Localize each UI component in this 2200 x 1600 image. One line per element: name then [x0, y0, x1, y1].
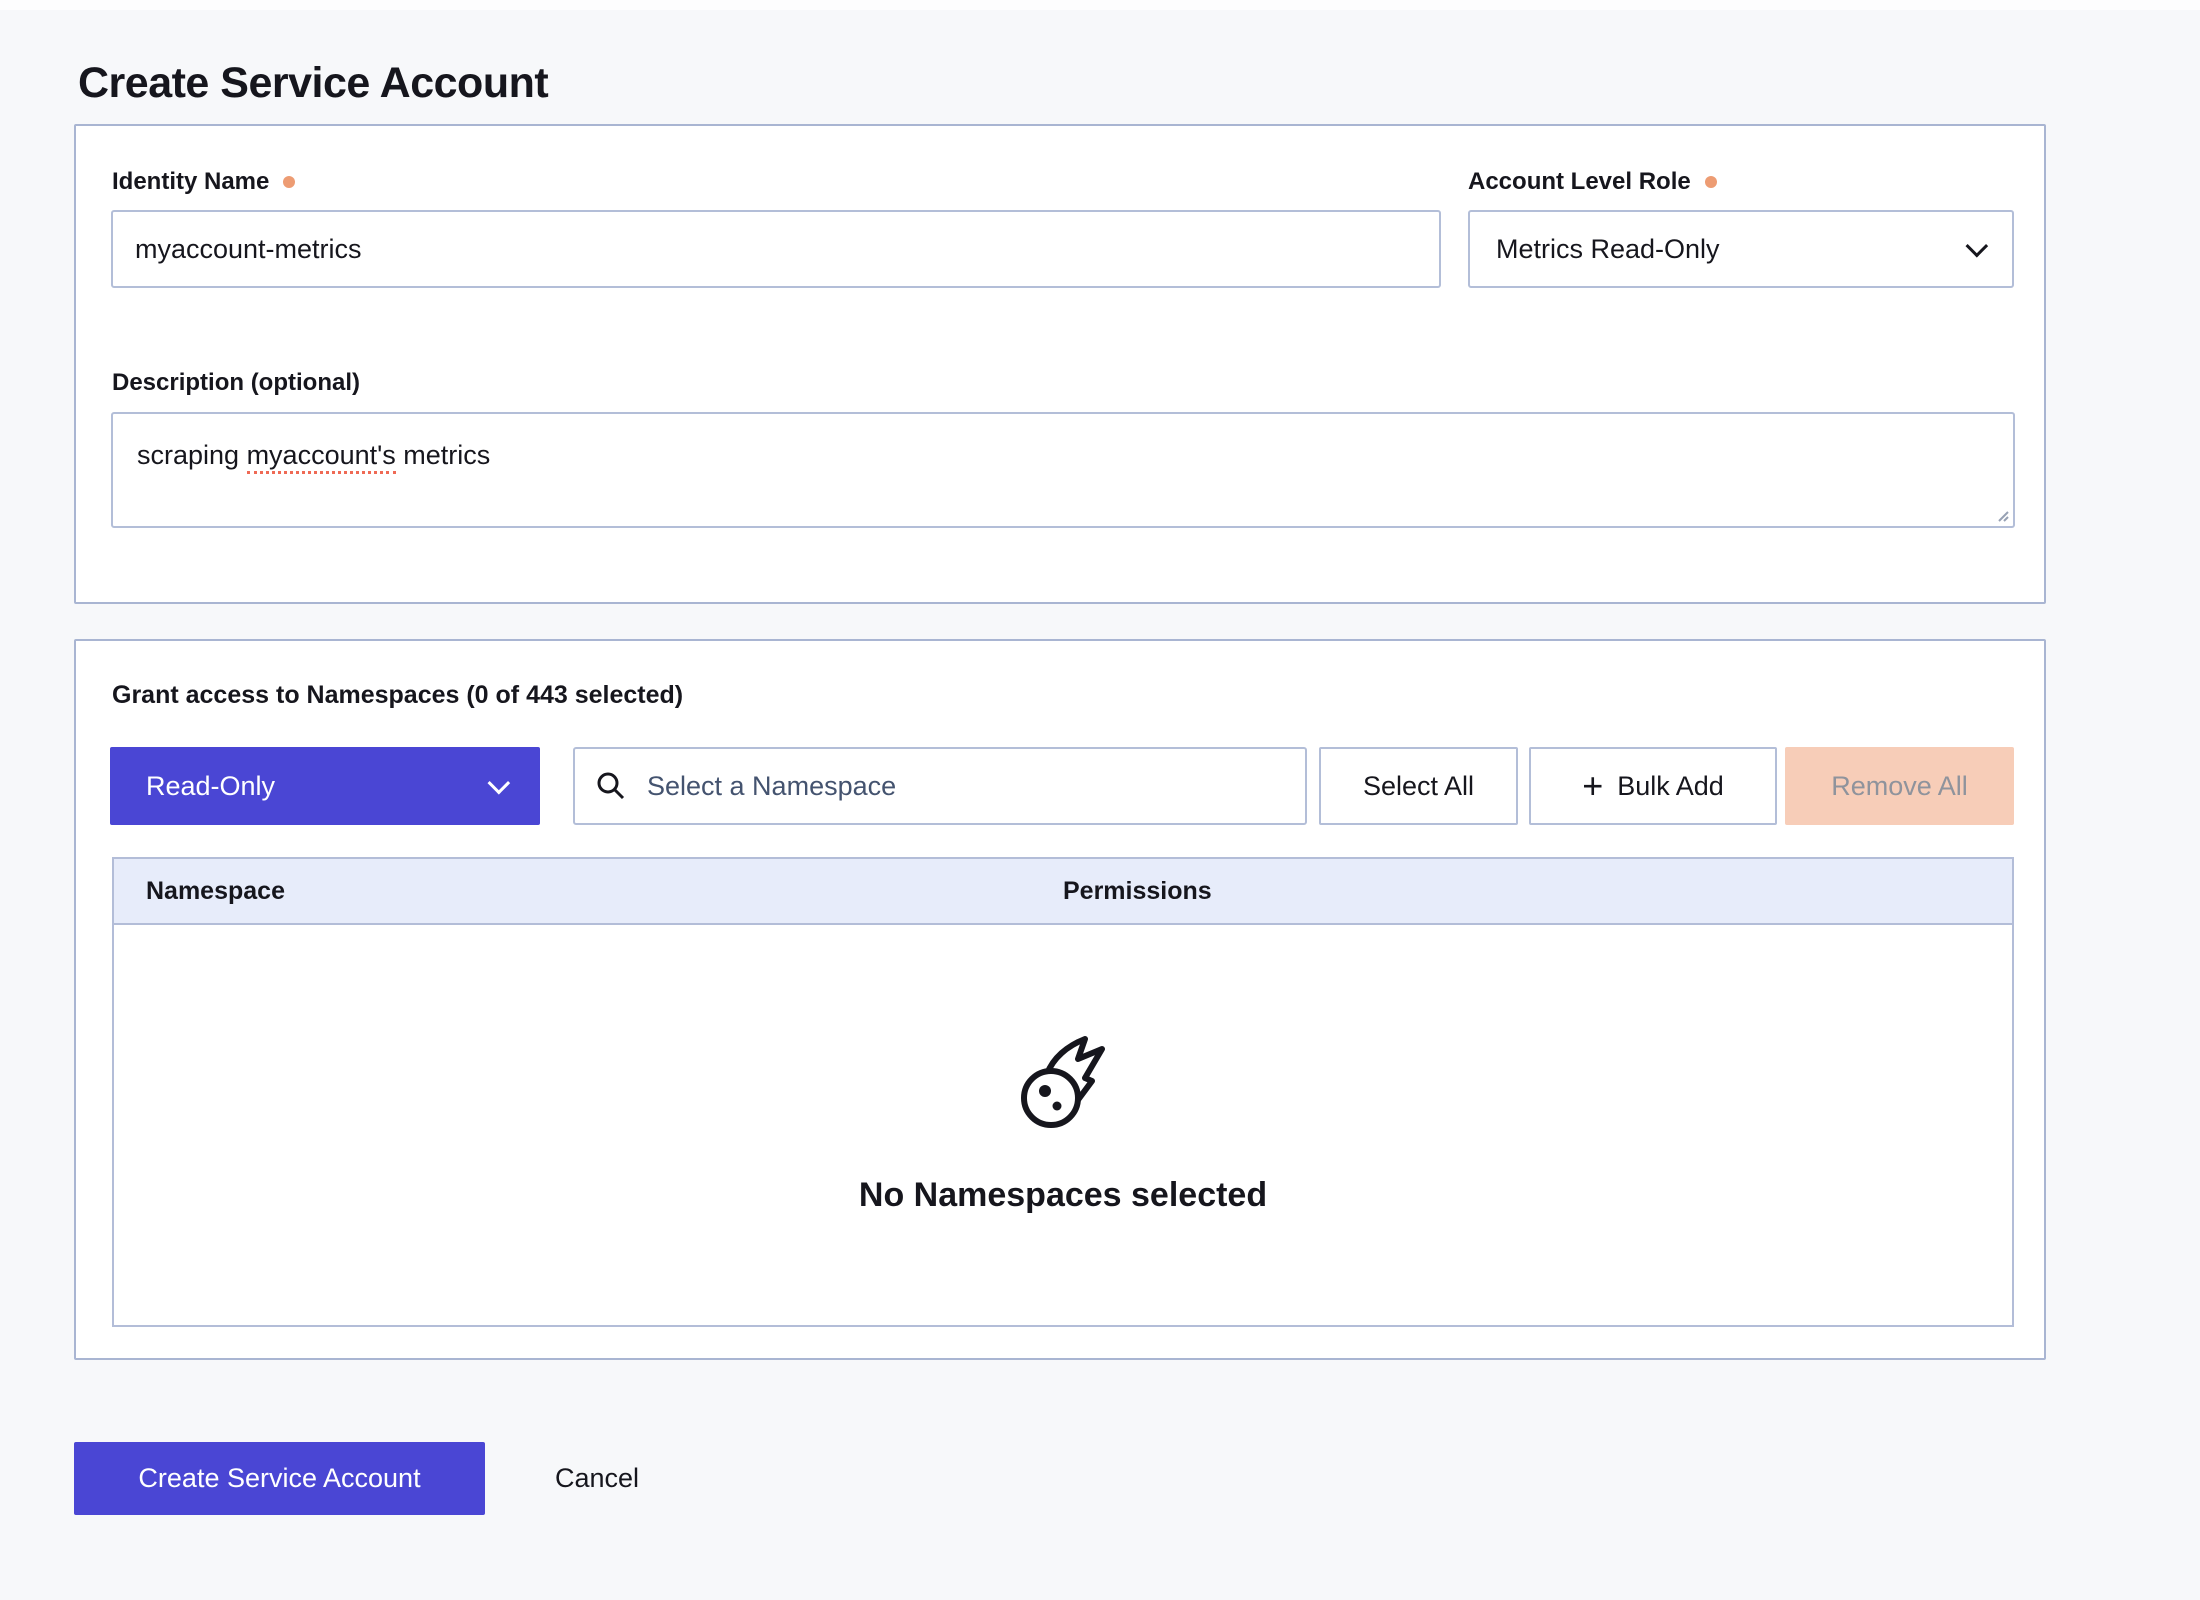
- create-service-account-button[interactable]: Create Service Account: [74, 1442, 485, 1515]
- chevron-down-icon: [488, 772, 511, 795]
- namespaces-empty-state: No Namespaces selected: [114, 925, 2012, 1325]
- cancel-button[interactable]: Cancel: [555, 1463, 639, 1494]
- identity-name-label: Identity Name: [112, 168, 295, 196]
- account-level-role-value: Metrics Read-Only: [1496, 234, 1720, 265]
- identity-card: Identity Name Account Level Role Metrics…: [74, 124, 2046, 604]
- column-header-permissions: Permissions: [1063, 877, 1212, 906]
- required-dot: [1705, 176, 1717, 188]
- account-level-role-select[interactable]: Metrics Read-Only: [1468, 210, 2014, 288]
- top-strip: [0, 0, 2200, 10]
- description-textarea[interactable]: scraping myaccount's metrics: [111, 412, 2015, 528]
- bulk-add-label: Bulk Add: [1617, 771, 1724, 802]
- page-title: Create Service Account: [78, 59, 548, 108]
- comet-icon: [1017, 1036, 1109, 1130]
- namespace-search: [573, 747, 1307, 825]
- textarea-resize-handle[interactable]: [1992, 505, 2010, 523]
- description-label: Description (optional): [112, 369, 360, 397]
- namespaces-heading: Grant access to Namespaces (0 of 443 sel…: [112, 681, 683, 710]
- column-header-namespace: Namespace: [146, 877, 285, 906]
- select-all-button[interactable]: Select All: [1319, 747, 1518, 825]
- permission-role-value: Read-Only: [146, 771, 275, 802]
- remove-all-button[interactable]: Remove All: [1785, 747, 2014, 825]
- identity-name-label-text: Identity Name: [112, 168, 269, 196]
- namespaces-table-header: Namespace Permissions: [114, 859, 2012, 925]
- required-dot: [283, 176, 295, 188]
- bulk-add-button[interactable]: + Bulk Add: [1529, 747, 1777, 825]
- description-text: scraping: [137, 440, 247, 470]
- footer-actions: Create Service Account Cancel: [74, 1442, 639, 1515]
- namespaces-table: Namespace Permissions No Namespaces sele…: [112, 857, 2014, 1327]
- namespace-search-input[interactable]: [645, 770, 1285, 803]
- chevron-down-icon: [1966, 235, 1989, 258]
- description-text: metrics: [396, 440, 491, 470]
- description-label-text: Description (optional): [112, 369, 360, 397]
- search-icon: [595, 770, 627, 802]
- permission-role-dropdown[interactable]: Read-Only: [110, 747, 540, 825]
- namespaces-card: Grant access to Namespaces (0 of 443 sel…: [74, 639, 2046, 1360]
- identity-name-input[interactable]: [111, 210, 1441, 288]
- empty-state-message: No Namespaces selected: [859, 1176, 1267, 1215]
- account-level-role-label: Account Level Role: [1468, 168, 1717, 196]
- account-level-role-label-text: Account Level Role: [1468, 168, 1691, 196]
- plus-icon: +: [1582, 768, 1603, 804]
- description-text-misspelled: myaccount's: [247, 440, 396, 474]
